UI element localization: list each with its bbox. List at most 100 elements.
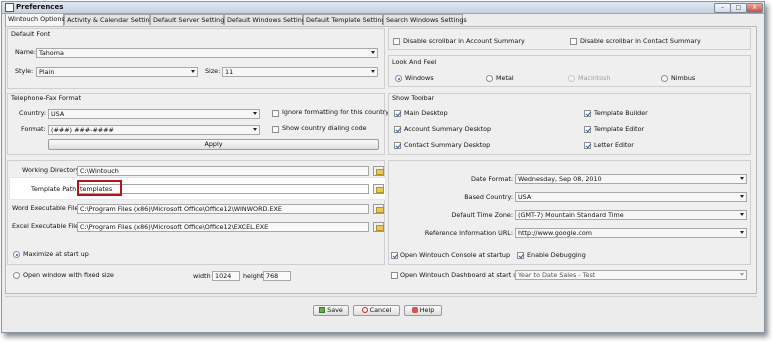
width-field[interactable]: 1024 <box>212 271 240 281</box>
default-font-title: Default Font <box>11 30 51 38</box>
dashboard-value: Year to Date Sales - Test <box>518 271 596 279</box>
height-field[interactable]: 768 <box>263 271 291 281</box>
format-select[interactable]: (###) ###-#### <box>48 125 260 135</box>
time-zone-select[interactable]: (GMT-7) Mountain Standard Time <box>515 210 747 220</box>
look-macintosh-radio[interactable] <box>568 75 575 82</box>
help-label: Help <box>419 306 435 314</box>
chevron-down-icon <box>253 128 257 131</box>
toolbar-template-editor-label: Template Editor <box>594 125 645 133</box>
help-icon <box>411 307 418 313</box>
tab-search-windows[interactable]: Search Windows Settings <box>383 14 467 25</box>
template-path-label: Template Path: <box>31 185 79 193</box>
tab-default-windows[interactable]: Default Windows Settings <box>224 14 309 25</box>
chevron-down-icon <box>740 195 744 198</box>
look-feel-group <box>388 55 751 87</box>
working-directory-field[interactable]: C:\Wintouch <box>77 166 369 176</box>
minimize-button[interactable]: – <box>714 3 731 13</box>
save-button[interactable]: Save <box>313 305 349 316</box>
tab-default-server[interactable]: Default Server Settings <box>150 14 228 25</box>
open-console-checkbox[interactable] <box>391 252 398 259</box>
excel-executable-field[interactable]: C:\Program Files (x86)\Microsoft Office\… <box>77 222 369 232</box>
fixed-size-radio[interactable] <box>13 272 20 279</box>
word-executable-label: Word Executable File: <box>12 204 81 212</box>
width-label: width <box>193 272 211 280</box>
show-country-code-checkbox[interactable] <box>272 126 279 133</box>
tab-wintouch-options[interactable]: Wintouch Options <box>5 13 65 26</box>
look-nimbus-label: Nimbus <box>671 74 696 82</box>
toolbar-account-summary-checkbox[interactable] <box>394 126 401 133</box>
excel-executable-label: Excel Executable File: <box>12 222 82 230</box>
enable-debugging-label: Enable Debugging <box>527 251 586 259</box>
reference-url-value: http://www.google.com <box>518 229 593 237</box>
save-label: Save <box>327 306 343 314</box>
look-windows-radio[interactable] <box>395 75 402 82</box>
disable-scrollbar-account-label: Disable scrollbar in Account Summary <box>403 37 525 45</box>
working-directory-label: Working Directory: <box>22 166 82 174</box>
default-font-group <box>7 28 385 89</box>
save-icon <box>319 307 326 313</box>
disable-scrollbar-contact-checkbox[interactable] <box>570 38 577 45</box>
date-format-select[interactable]: Wednesday, Sep 08, 2010 <box>515 174 747 184</box>
toolbar-template-builder-checkbox[interactable] <box>584 110 591 117</box>
maximize-label: Maximize at start up <box>23 250 89 258</box>
country-select[interactable]: USA <box>48 109 260 119</box>
look-windows-label: Windows <box>405 74 434 82</box>
time-zone-label: Default Time Zone: <box>451 211 513 219</box>
chevron-down-icon <box>253 112 257 115</box>
toolbar-letter-editor-checkbox[interactable] <box>584 142 591 149</box>
app-icon <box>5 3 14 12</box>
toolbar-main-desktop-checkbox[interactable] <box>394 110 401 117</box>
disable-scrollbar-contact-label: Disable scrollbar in Contact Summary <box>580 37 701 45</box>
date-format-value: Wednesday, Sep 08, 2010 <box>518 175 602 183</box>
toolbar-contact-summary-label: Contact Summary Desktop <box>404 141 491 149</box>
reference-url-label: Reference Information URL: <box>424 229 513 237</box>
chevron-down-icon <box>371 51 375 54</box>
country-label: Country: <box>19 109 47 117</box>
tab-default-template[interactable]: Default Template Settings <box>303 14 389 25</box>
font-style-select[interactable]: Plain <box>36 67 198 77</box>
ignore-formatting-checkbox[interactable] <box>272 110 279 117</box>
font-style-value: Plain <box>39 68 55 76</box>
footer-divider <box>5 296 757 297</box>
chevron-down-icon <box>740 177 744 180</box>
chevron-down-icon <box>740 213 744 216</box>
apply-button[interactable]: Apply <box>48 139 379 150</box>
font-name-label: Name: <box>15 48 37 56</box>
toolbar-account-summary-label: Account Summary Desktop <box>404 125 492 133</box>
enable-debugging-checkbox[interactable] <box>517 252 524 259</box>
folder-icon[interactable] <box>373 166 384 176</box>
word-executable-field[interactable]: C:\Program Files (x86)\Microsoft Office\… <box>77 204 369 214</box>
toolbar-template-editor-checkbox[interactable] <box>584 126 591 133</box>
toolbar-letter-editor-label: Letter Editor <box>594 141 634 149</box>
maximize-button[interactable]: □ <box>730 3 747 13</box>
font-style-label: Style: <box>15 67 34 75</box>
based-country-select[interactable]: USA <box>515 192 747 202</box>
based-country-label: Based Country: <box>464 193 513 201</box>
toolbar-template-builder-label: Template Builder <box>594 109 648 117</box>
disable-scrollbar-account-checkbox[interactable] <box>393 38 400 45</box>
font-name-select[interactable]: Tahoma <box>36 48 378 58</box>
look-metal-radio[interactable] <box>486 75 493 82</box>
chevron-down-icon <box>371 70 375 73</box>
chevron-down-icon <box>740 231 744 234</box>
country-value: USA <box>51 110 65 118</box>
tab-activity-calendar[interactable]: Activity & Calendar Settings <box>64 14 157 25</box>
dashboard-select[interactable]: Year to Date Sales - Test <box>515 270 747 280</box>
folder-icon[interactable] <box>373 184 384 194</box>
look-nimbus-radio[interactable] <box>661 75 668 82</box>
cancel-button[interactable]: Cancel <box>353 305 400 316</box>
phone-format-title: Telephone-Fax Format <box>11 94 82 102</box>
toolbar-contact-summary-checkbox[interactable] <box>394 142 401 149</box>
time-zone-value: (GMT-7) Mountain Standard Time <box>518 211 624 219</box>
title-bar: Preferences – □ X <box>2 2 764 14</box>
folder-icon[interactable] <box>373 222 384 232</box>
help-button[interactable]: Help <box>404 305 442 316</box>
show-country-code-label: Show country dialing code <box>282 124 367 132</box>
look-metal-label: Metal <box>496 74 514 82</box>
close-button[interactable]: X <box>746 3 763 13</box>
maximize-radio[interactable] <box>13 251 20 258</box>
folder-icon[interactable] <box>373 204 384 214</box>
open-dashboard-checkbox[interactable] <box>391 272 398 279</box>
font-size-select[interactable]: 11 <box>222 67 378 77</box>
reference-url-select[interactable]: http://www.google.com <box>515 228 747 238</box>
